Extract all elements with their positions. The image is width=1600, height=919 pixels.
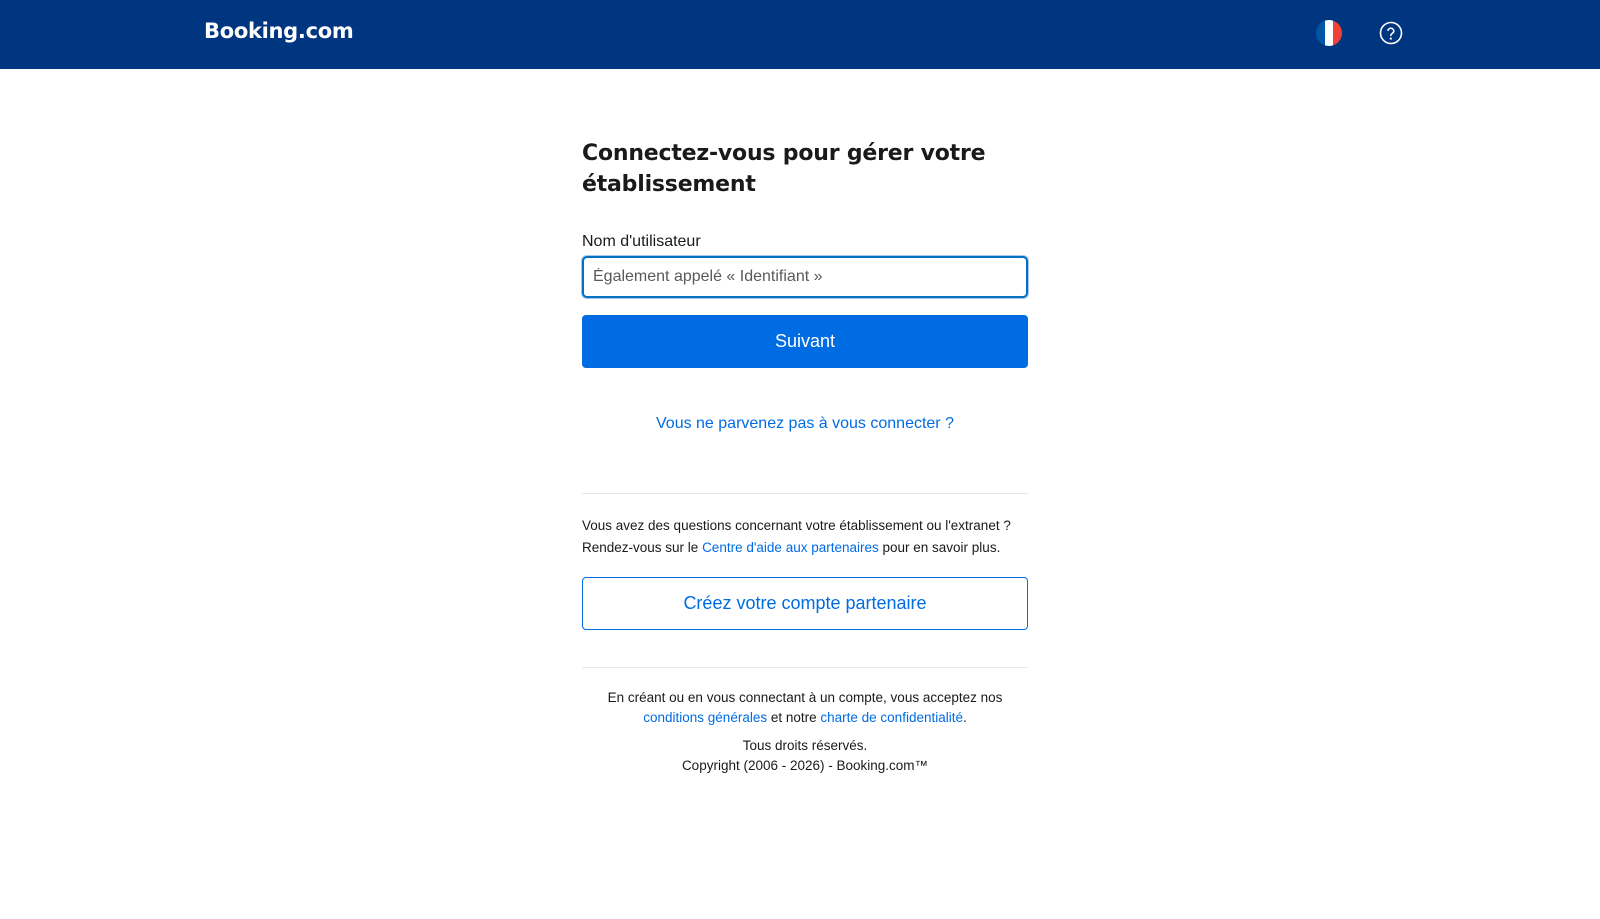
next-button[interactable]: Suivant <box>582 315 1028 368</box>
username-input[interactable] <box>582 256 1028 298</box>
flag-fr-icon[interactable] <box>1316 20 1342 46</box>
legal-text-before: En créant ou en vous connectant à un com… <box>607 690 1003 705</box>
legal-text-middle: et notre <box>767 710 821 725</box>
help-text-after: pour en savoir plus. <box>878 540 1001 555</box>
divider <box>582 493 1028 494</box>
privacy-link[interactable]: charte de confidentialité <box>820 710 963 725</box>
page-title: Connectez-vous pour gérer votre établiss… <box>582 141 986 197</box>
create-partner-account-button[interactable]: Créez votre compte partenaire <box>582 577 1028 630</box>
divider <box>582 667 1028 668</box>
cannot-sign-in-link[interactable]: Vous ne parvenez pas à vous connecter ? <box>582 415 1028 433</box>
copyright-block: Tous droits réservés. Copyright (2006 - … <box>582 736 1028 776</box>
booking-logo[interactable]: Booking.com <box>204 19 354 43</box>
login-panel: Connectez-vous pour gérer votre établiss… <box>582 138 1028 776</box>
terms-link[interactable]: conditions générales <box>643 710 767 725</box>
legal-text-end: . <box>962 710 967 725</box>
help-circle-icon[interactable] <box>1379 21 1403 45</box>
username-label: Nom d'utilisateur <box>582 233 701 250</box>
rights-text: Tous droits réservés. <box>742 738 868 753</box>
partner-help-center-link[interactable]: Centre d'aide aux partenaires <box>702 540 879 555</box>
copyright-text: Copyright (2006 - 2026) - Booking.com™ <box>681 758 929 773</box>
help-text: Vous avez des questions concernant votre… <box>582 515 1028 559</box>
top-navigation-bar: Booking.com <box>0 0 1600 69</box>
legal-notice: En créant ou en vous connectant à un com… <box>582 688 1028 728</box>
